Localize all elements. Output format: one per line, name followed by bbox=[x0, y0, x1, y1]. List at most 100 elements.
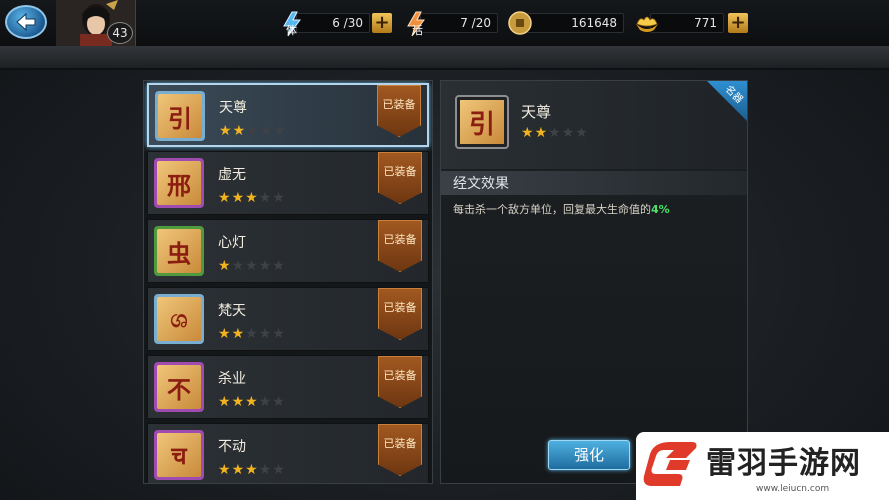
sanskrit-glyph-icon: 引 bbox=[158, 94, 202, 138]
player-level-badge: 43 bbox=[107, 22, 133, 44]
sanskrit-glyph-icon: 邢 bbox=[157, 161, 201, 205]
site-watermark: 雷羽手游网 www.leiucn.com bbox=[636, 432, 889, 500]
equipped-tag: 已装备 bbox=[378, 152, 422, 204]
star-filled-icon: ★ bbox=[218, 326, 232, 342]
star-empty-icon: ★ bbox=[258, 326, 273, 342]
stamina-label: 体 bbox=[286, 24, 297, 37]
scripture-list: 引天尊 ★★★★★ 已装备邢虚无 ★★★★★ 已装备虫心灯 ★★★★★ 已装备 ශ 梵天 ★★★★… bbox=[143, 80, 433, 484]
item-name: 杀业 bbox=[218, 371, 246, 387]
star-empty-icon: ★ bbox=[575, 125, 589, 141]
star-empty-icon: ★ bbox=[548, 125, 562, 141]
item-name: 天尊 bbox=[219, 100, 247, 116]
player-avatar[interactable]: 43 bbox=[56, 0, 136, 46]
sanskrit-glyph-icon: 引 bbox=[460, 100, 504, 144]
star-empty-icon: ★ bbox=[272, 326, 286, 342]
star-empty-icon: ★ bbox=[258, 258, 273, 274]
star-filled-icon: ★ bbox=[245, 190, 259, 206]
scripture-icon: ශ bbox=[154, 294, 204, 344]
sanskrit-glyph-icon: 不 bbox=[157, 365, 201, 409]
effect-section-header: 经文效果 bbox=[441, 171, 747, 195]
star-empty-icon: ★ bbox=[561, 125, 576, 141]
scripture-icon: 不 bbox=[154, 362, 204, 412]
star-filled-icon: ★ bbox=[218, 462, 232, 478]
detail-star-rating: ★★★★★ bbox=[521, 125, 589, 141]
item-name: 虚无 bbox=[218, 167, 246, 183]
detail-item-icon: 引 bbox=[455, 95, 509, 149]
star-filled-icon: ★ bbox=[218, 190, 232, 206]
coins-value: 161648 bbox=[522, 13, 624, 33]
add-ingots-button[interactable]: + bbox=[728, 13, 748, 33]
sanskrit-glyph-icon: ශ bbox=[157, 297, 201, 341]
star-empty-icon: ★ bbox=[272, 258, 286, 274]
sanskrit-glyph-icon: च bbox=[157, 433, 201, 477]
star-filled-icon: ★ bbox=[218, 258, 232, 274]
star-filled-icon: ★ bbox=[245, 394, 259, 410]
list-item[interactable]: ශ 梵天 ★★★★★ 已装备 bbox=[147, 287, 429, 351]
list-item[interactable]: च 不动 ★★★★★ 已装备 bbox=[147, 423, 429, 483]
star-rating: ★★★★★ bbox=[218, 462, 286, 478]
scripture-icon: 虫 bbox=[154, 226, 204, 276]
star-rating: ★★★★★ bbox=[218, 394, 286, 410]
star-filled-icon: ★ bbox=[218, 394, 232, 410]
site-logo-icon bbox=[643, 442, 697, 486]
star-empty-icon: ★ bbox=[272, 190, 286, 206]
equipped-tag: 已装备 bbox=[378, 220, 422, 272]
star-filled-icon: ★ bbox=[231, 394, 246, 410]
star-empty-icon: ★ bbox=[258, 190, 273, 206]
star-rating: ★★★★★ bbox=[219, 123, 287, 139]
ingots-value: 771 bbox=[650, 13, 724, 33]
scripture-icon: 引 bbox=[155, 91, 205, 141]
detail-header: 引 天尊 ★★★★★ 名器 bbox=[441, 81, 747, 169]
star-rating: ★★★★★ bbox=[218, 258, 286, 274]
list-item[interactable]: 引 天尊 ★★★★★ 已装备 bbox=[147, 83, 429, 147]
watermark-url: www.leiucn.com bbox=[756, 484, 830, 494]
watermark-title: 雷羽手游网 bbox=[706, 446, 861, 481]
gold-ingot-icon bbox=[636, 16, 658, 32]
list-item[interactable]: 邢虚无 ★★★★★ 已装备 bbox=[147, 151, 429, 215]
coin-icon bbox=[508, 11, 532, 35]
equipped-tag: 已装备 bbox=[378, 424, 422, 476]
star-filled-icon: ★ bbox=[245, 462, 259, 478]
star-empty-icon: ★ bbox=[245, 258, 259, 274]
star-filled-icon: ★ bbox=[219, 123, 233, 139]
star-empty-icon: ★ bbox=[272, 394, 286, 410]
effect-description: 每击杀一个敌方单位，回复最大生命值的4% bbox=[453, 201, 670, 217]
star-empty-icon: ★ bbox=[258, 462, 273, 478]
list-item[interactable]: 虫心灯 ★★★★★ 已装备 bbox=[147, 219, 429, 283]
coins-resource: 161648 bbox=[508, 10, 624, 36]
item-name: 梵天 bbox=[218, 303, 246, 319]
equipped-tag: 已装备 bbox=[377, 85, 421, 137]
header-band bbox=[0, 46, 889, 70]
star-empty-icon: ★ bbox=[273, 123, 287, 139]
top-bar: 43 6 /30 体 + 7 /20 活 161648 771 + bbox=[0, 0, 889, 46]
vitality-resource: 7 /20 活 bbox=[402, 10, 498, 37]
detail-item-name: 天尊 bbox=[521, 103, 552, 121]
stamina-value: 6 /30 bbox=[296, 13, 370, 33]
item-name: 心灯 bbox=[218, 235, 246, 251]
enhance-button[interactable]: 强化 bbox=[548, 440, 630, 470]
equipped-tag: 已装备 bbox=[378, 356, 422, 408]
star-filled-icon: ★ bbox=[231, 190, 246, 206]
effect-text: 每击杀一个敌方单位，回复最大生命值的 bbox=[453, 203, 651, 216]
vitality-value: 7 /20 bbox=[420, 13, 498, 33]
star-empty-icon: ★ bbox=[231, 258, 246, 274]
effect-section-title: 经文效果 bbox=[453, 176, 509, 192]
item-name: 不动 bbox=[218, 439, 246, 455]
sanskrit-glyph-icon: 虫 bbox=[157, 229, 201, 273]
star-rating: ★★★★★ bbox=[218, 326, 286, 342]
star-filled-icon: ★ bbox=[232, 123, 247, 139]
list-item[interactable]: 不 杀业 ★★★★★ 已装备 bbox=[147, 355, 429, 419]
effect-value: 4% bbox=[651, 203, 670, 216]
star-empty-icon: ★ bbox=[245, 326, 259, 342]
star-filled-icon: ★ bbox=[534, 125, 549, 141]
scripture-icon: च bbox=[154, 430, 204, 480]
arrow-left-icon bbox=[16, 12, 36, 32]
star-filled-icon: ★ bbox=[231, 326, 246, 342]
back-button[interactable] bbox=[5, 5, 47, 39]
add-stamina-button[interactable]: + bbox=[372, 13, 392, 33]
star-empty-icon: ★ bbox=[246, 123, 260, 139]
equipped-tag: 已装备 bbox=[378, 288, 422, 340]
star-filled-icon: ★ bbox=[521, 125, 535, 141]
ingots-resource: 771 + bbox=[634, 10, 748, 36]
vitality-label: 活 bbox=[412, 24, 423, 37]
